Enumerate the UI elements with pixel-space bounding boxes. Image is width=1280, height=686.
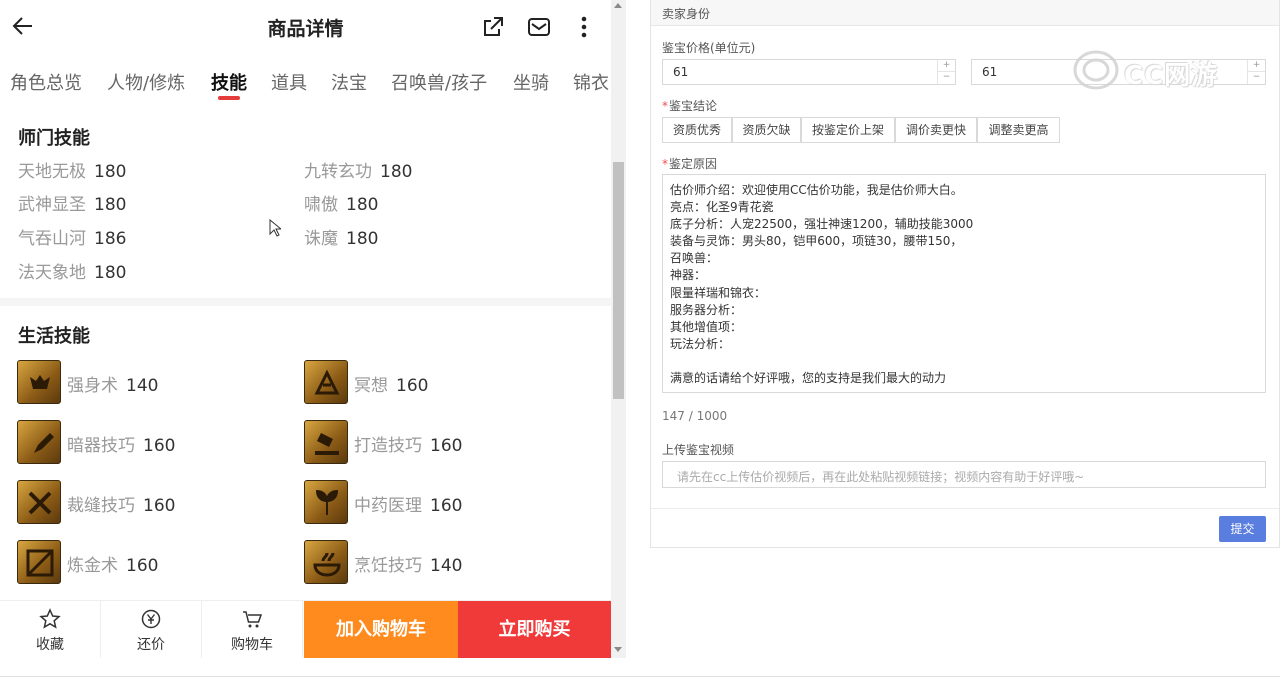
skill-item: 气吞山河 186	[18, 229, 127, 249]
section-title: 生活技能	[18, 326, 90, 347]
video-link-input[interactable]: 请先在cc上传估价视频后，再在此处粘贴视频链接；视频内容有助于好评哦~	[662, 461, 1266, 488]
conclusion-label: *鉴宝结论	[662, 99, 718, 113]
shopping-cart-icon	[243, 611, 263, 628]
strength-skill-icon	[17, 360, 61, 404]
life-skill-item: 暗器技巧 160	[17, 420, 277, 466]
conclusion-option-button[interactable]: 调价卖更快	[895, 117, 977, 143]
favorite-button[interactable]: 收藏	[0, 601, 101, 658]
form-divider	[651, 508, 1279, 509]
bottom-action-bar: 收藏 还价 购物车 加入购物车 立即购买	[0, 600, 611, 658]
form-header: 卖家身份	[651, 0, 1279, 26]
dart-skill-icon	[17, 420, 61, 464]
screen: 商品详情 角色总览 人物/修炼 技能 道具 法宝 召唤兽/孩子 坐骑 锦衣 师门…	[0, 0, 1280, 686]
price-min-input[interactable]: 61 + −	[662, 59, 956, 85]
price-stepper[interactable]: + −	[937, 60, 955, 84]
cart-button[interactable]: 购物车	[202, 601, 303, 658]
scroll-thumb[interactable]	[613, 162, 624, 399]
cooking-skill-icon	[304, 540, 348, 584]
yuan-coin-icon	[141, 609, 161, 629]
reason-textarea[interactable]: 估价师介绍：欢迎使用CC估价功能，我是估价师大白。 亮点：化圣9青花瓷 底子分析…	[662, 174, 1266, 393]
section-divider	[0, 298, 611, 306]
page-title: 商品详情	[267, 18, 344, 40]
conclusion-option-button[interactable]: 按鉴定价上架	[801, 117, 895, 143]
star-icon	[39, 608, 61, 629]
watermark-logo: CC网游	[1070, 48, 1270, 92]
tab-character[interactable]: 人物/修炼	[107, 69, 185, 95]
section-title: 师门技能	[18, 128, 90, 149]
panel-scrollbar[interactable]	[611, 0, 626, 658]
life-skill-item: 烹饪技巧 140	[304, 540, 564, 586]
scroll-down-arrow-icon[interactable]	[614, 647, 622, 652]
buy-now-button[interactable]: 立即购买	[458, 601, 611, 658]
conclusion-option-button[interactable]: 资质欠缺	[732, 117, 801, 143]
forging-skill-icon	[304, 420, 348, 464]
life-skill-item: 裁缝技巧 160	[17, 480, 277, 526]
tab-mounts[interactable]: 坐骑	[513, 69, 549, 95]
life-skill-item: 打造技巧 160	[304, 420, 564, 466]
school-skills-section: 师门技能 天地无极 180 九转玄功 180 武神显圣 180 啸傲 180 气吞山河 1…	[0, 110, 611, 298]
alchemy-skill-icon	[17, 540, 61, 584]
bargain-button[interactable]: 还价	[101, 601, 202, 658]
skill-item: 啸傲 180	[304, 195, 379, 215]
video-label: 上传鉴宝视频	[662, 443, 735, 457]
submit-button[interactable]: 提交	[1219, 516, 1266, 542]
conclusion-option-button[interactable]: 资质优秀	[662, 117, 732, 143]
skill-item: 九转玄功 180	[304, 162, 413, 182]
active-tab-indicator	[218, 96, 240, 100]
tab-skills[interactable]: 技能	[211, 69, 247, 95]
product-detail-panel: 商品详情 角色总览 人物/修炼 技能 道具 法宝 召唤兽/孩子 坐骑 锦衣 师门…	[0, 0, 626, 658]
share-icon[interactable]	[480, 14, 506, 40]
tab-pets[interactable]: 召唤兽/孩子	[391, 69, 487, 95]
char-counter: 147 / 1000	[662, 409, 728, 423]
tab-items[interactable]: 道具	[271, 69, 307, 95]
reason-label: *鉴定原因	[662, 157, 718, 171]
life-skill-item: 强身术 140	[17, 360, 277, 406]
life-skill-item: 炼金术 160	[17, 540, 277, 586]
bottom-rule	[0, 676, 1280, 677]
skill-item: 武神显圣 180	[18, 195, 127, 215]
more-menu-icon[interactable]	[571, 14, 597, 40]
mail-icon[interactable]	[526, 14, 552, 40]
scroll-up-arrow-icon[interactable]	[614, 3, 622, 8]
herbal-medicine-skill-icon	[304, 480, 348, 524]
category-tabs: 角色总览 人物/修炼 技能 道具 法宝 召唤兽/孩子 坐骑 锦衣	[0, 60, 611, 108]
price-label: 鉴宝价格(单位元)	[662, 41, 756, 55]
tailoring-skill-icon	[17, 480, 61, 524]
meditation-skill-icon	[304, 360, 348, 404]
skill-item: 天地无极 180	[18, 162, 127, 182]
skill-item: 法天象地 180	[18, 263, 127, 283]
tab-treasures[interactable]: 法宝	[331, 69, 367, 95]
tab-overview[interactable]: 角色总览	[10, 69, 82, 95]
mouse-cursor-icon	[269, 219, 281, 237]
decrement-icon[interactable]: −	[938, 72, 955, 84]
life-skill-item: 中药医理 160	[304, 480, 564, 526]
tab-outfits[interactable]: 锦衣	[573, 69, 609, 95]
skill-item: 诛魔 180	[304, 229, 379, 249]
add-to-cart-button[interactable]: 加入购物车	[304, 601, 458, 658]
increment-icon[interactable]: +	[938, 60, 955, 72]
life-skills-section: 生活技能 强身术 140 冥想 160 暗器技巧 160 打造技巧 160 裁缝技巧 16…	[0, 306, 611, 600]
top-bar: 商品详情	[0, 0, 611, 54]
life-skill-item: 冥想 160	[304, 360, 564, 406]
conclusion-option-button[interactable]: 调整卖更高	[977, 117, 1060, 143]
